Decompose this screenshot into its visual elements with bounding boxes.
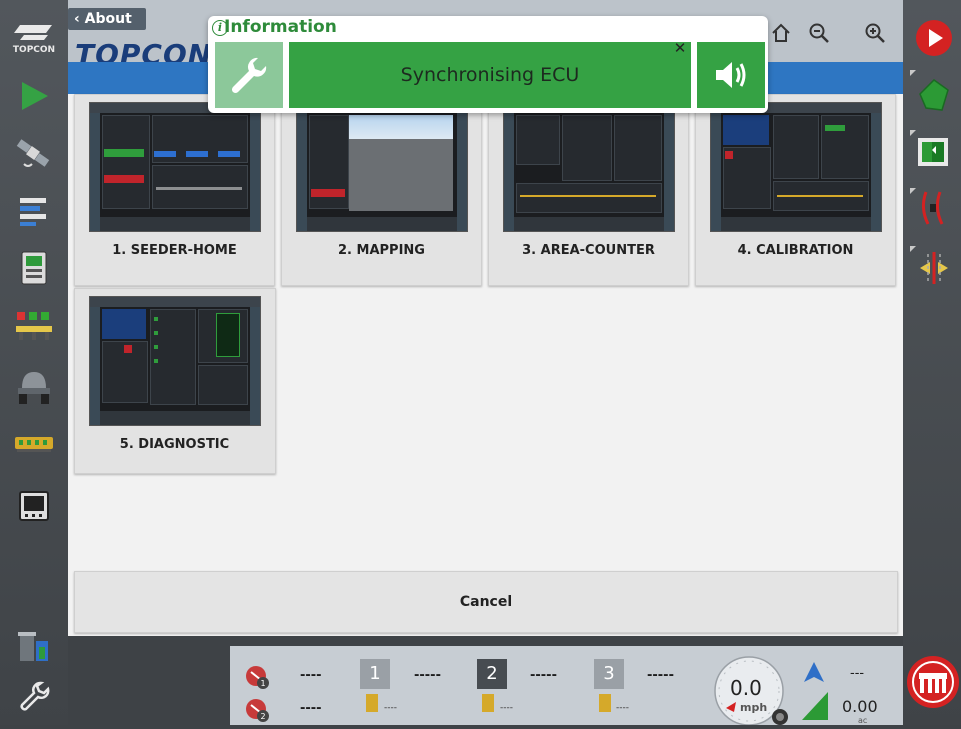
area-triangle-icon bbox=[800, 690, 828, 720]
speed-value: 0.0 bbox=[730, 676, 762, 700]
section-control-icon[interactable] bbox=[8, 302, 60, 350]
rate-1-value: ---- bbox=[300, 668, 322, 683]
zoom-in-icon[interactable] bbox=[860, 18, 890, 48]
about-back-label: About bbox=[84, 11, 132, 27]
bin-3-icon bbox=[599, 694, 611, 712]
display-icon[interactable] bbox=[8, 482, 60, 530]
wrench-icon[interactable] bbox=[8, 672, 60, 720]
headland-icon[interactable] bbox=[910, 128, 958, 176]
satellite-icon[interactable] bbox=[8, 130, 60, 178]
seed-rate-2-icon[interactable]: 2 bbox=[244, 697, 270, 723]
screen-thumbnail bbox=[503, 102, 675, 232]
screen-thumbnail bbox=[710, 102, 882, 232]
area-value: 0.00 bbox=[842, 697, 878, 716]
speed-unit: mph bbox=[740, 701, 768, 714]
screen-tile-diagnostic[interactable]: 5. DIAGNOSTIC bbox=[74, 288, 276, 474]
implement-bar-icon[interactable] bbox=[8, 420, 60, 468]
field-boundary-icon[interactable] bbox=[910, 72, 958, 120]
screen-thumbnail bbox=[296, 102, 468, 232]
speaker-icon[interactable] bbox=[697, 42, 765, 108]
play-arrow-icon[interactable] bbox=[8, 72, 60, 120]
zoom-out-icon[interactable] bbox=[804, 18, 834, 48]
svg-text:1: 1 bbox=[260, 679, 265, 688]
screen-tile-mapping[interactable]: 2. MAPPING bbox=[281, 94, 482, 286]
bin-1-icon bbox=[366, 694, 378, 712]
screen-label: 1. SEEDER-HOME bbox=[112, 243, 237, 258]
area-unit: ac bbox=[858, 716, 868, 725]
seed-rate-1-icon[interactable]: 1 bbox=[244, 664, 270, 690]
screen-tile-seeder-home[interactable]: 1. SEEDER-HOME bbox=[74, 94, 275, 286]
screen-tile-calibration[interactable]: 4. CALIBRATION bbox=[695, 94, 896, 286]
bin-3-badge[interactable]: 3 bbox=[594, 659, 624, 689]
work-top-value: --- bbox=[850, 666, 865, 681]
screen-thumbnail bbox=[89, 296, 261, 426]
left-logo-text: TOPCON bbox=[13, 45, 55, 55]
bin-2-badge[interactable]: 2 bbox=[477, 659, 507, 689]
rate-2-value: ---- bbox=[300, 701, 322, 716]
trash-icon[interactable] bbox=[8, 622, 60, 670]
screen-tile-area-counter[interactable]: 3. AREA-COUNTER bbox=[488, 94, 689, 286]
screen-label: 4. CALIBRATION bbox=[737, 243, 854, 258]
bin-1-value: ----- bbox=[414, 668, 441, 683]
tractor-icon[interactable] bbox=[8, 362, 60, 410]
console-icon[interactable] bbox=[8, 244, 60, 292]
bin-2-value: ----- bbox=[530, 668, 557, 683]
svg-text:2: 2 bbox=[260, 712, 265, 721]
bin-3-value: ----- bbox=[647, 668, 674, 683]
screen-thumbnail bbox=[89, 102, 261, 232]
screen-label: 2. MAPPING bbox=[338, 243, 425, 258]
guidance-lines-icon[interactable] bbox=[910, 184, 958, 232]
popup-wrench-icon bbox=[215, 42, 283, 108]
work-up-arrow-icon bbox=[802, 660, 826, 684]
bin-2-icon bbox=[482, 694, 494, 712]
screen-label: 3. AREA-COUNTER bbox=[522, 243, 655, 258]
about-back-button[interactable]: ‹ About bbox=[68, 8, 146, 30]
bin-1-badge[interactable]: 1 bbox=[360, 659, 390, 689]
bin-1-sub: ---- bbox=[384, 703, 397, 713]
info-title: Information bbox=[224, 17, 337, 37]
screen-label: 5. DIAGNOSTIC bbox=[119, 437, 230, 452]
layers-icon[interactable] bbox=[8, 186, 60, 234]
home-icon[interactable] bbox=[766, 18, 796, 48]
bin-3-sub: ---- bbox=[616, 703, 629, 713]
shift-line-icon[interactable] bbox=[910, 244, 958, 292]
cancel-button[interactable]: Cancel bbox=[74, 571, 898, 633]
implement-brand-icon[interactable] bbox=[906, 655, 960, 709]
bin-2-sub: ---- bbox=[500, 703, 513, 713]
topcon-logo-icon[interactable]: TOPCON bbox=[8, 14, 60, 62]
record-icon[interactable] bbox=[910, 14, 958, 62]
info-message: Synchronising ECU bbox=[289, 42, 691, 108]
close-icon[interactable]: ✕ bbox=[673, 41, 687, 56]
